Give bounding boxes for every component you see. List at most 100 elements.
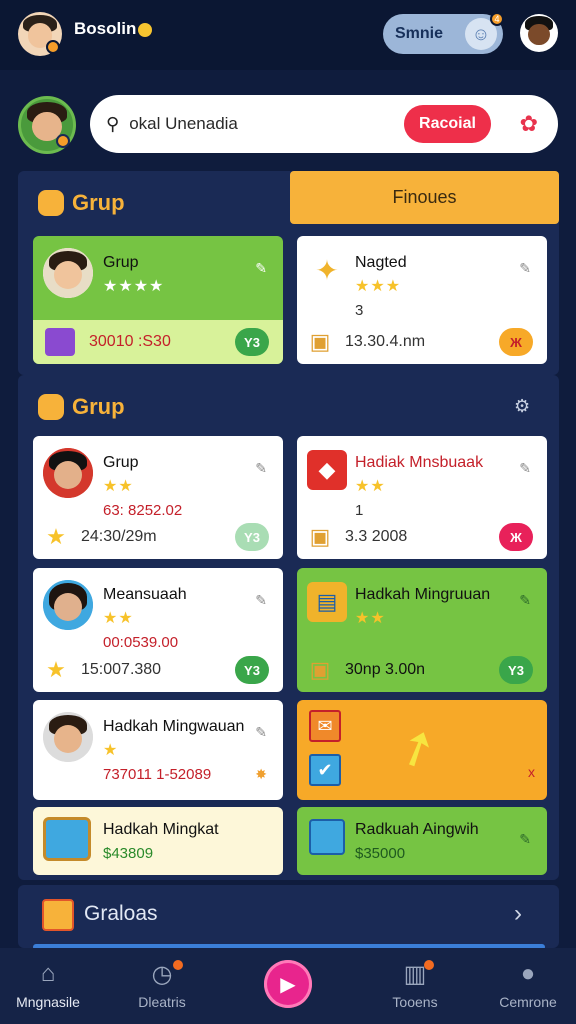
treasure-chest-icon [43,817,91,861]
card-footer: ▣ 3.3 2008 Ж [297,515,547,559]
checkbox-icon: ✔ [309,754,341,786]
tab-finques-label: Finoues [392,187,457,207]
nav-home[interactable]: ⌂ Mngnasile [0,960,96,1010]
card-stars: ★ [103,742,119,759]
member-card[interactable]: Hadkah Mingwauan ★ 737011 1-52089 ✎ ✸ [33,700,283,800]
chest-icon [45,328,75,356]
group-card[interactable]: Grup ★★ 63: 8252.02 ✎ ★ 24:30/29m Y3 [33,436,283,559]
card-avatar-img [43,448,93,498]
top-bar: Bosolin Smnie ☺ 4 [0,0,576,70]
person-icon: ● [520,960,536,987]
card-value: 30np 3.00n [345,661,426,678]
pin-icon[interactable]: ✎ [255,260,267,277]
claim-button[interactable]: Y3 [235,656,269,684]
section-one-title-label: Grup [72,190,125,215]
pin-icon[interactable]: ✎ [255,592,267,609]
card-meta: 3 [355,302,364,319]
nav-tokens-label: Tooens [392,994,438,1010]
close-icon[interactable]: x [528,764,535,780]
star-icon: ★ [46,524,66,549]
claim-button[interactable]: Y3 [235,328,269,356]
card-avatar-face [54,460,82,489]
card-stars: ★★ [103,478,134,495]
card-title: Nagted [355,254,407,271]
card-value: 3.3 2008 [345,528,408,545]
settings-icon[interactable]: ⚙ [514,396,530,417]
card-footer: ▣ 30np 3.00n Y3 [297,648,547,692]
tab-finques[interactable]: Finoues [290,171,559,224]
chevron-right-icon[interactable]: › [514,900,522,928]
timer-icon: ◷ [151,961,173,988]
pin-icon[interactable]: ✎ [519,831,531,848]
card-stars: ★★ [103,610,134,627]
search-button[interactable]: Racoial [404,105,491,143]
card-meta: 737011 1-52089 [103,766,212,783]
box-icon: ▣ [309,329,331,354]
ribbon-icon: ✸ [255,766,267,782]
home-icon: ⌂ [40,960,56,987]
member-card[interactable]: Meansuaah ★★ 00:0539.00 ✎ ★ 15:007.380 Y… [33,568,283,692]
card-avatar-img [43,580,93,630]
card-value: 24:30/29m [81,528,157,545]
coin-icon [138,22,153,37]
stats-notification-dot [173,960,183,970]
card-avatar [43,580,93,630]
card-avatar-face [54,260,82,289]
chest-card[interactable]: Hadkah Mingkat $43809 [33,807,283,875]
folder-icon: ▥ [403,961,427,988]
card-footer: 30010 :S30 Y3 [33,320,283,364]
quest-card[interactable]: ✉ ✔ ➚ x [297,700,547,800]
card-stars: ★★★ [355,278,402,295]
card-title: Grup [103,454,139,471]
chest-card[interactable]: Radkuah Aingwih $35000 ✎ [297,807,547,875]
section-three-icon [42,899,74,931]
box-icon: ▣ [309,524,331,549]
reward-card[interactable]: ▤ Hadkah Mingruuan ★★ ✎ ▣ 30np 3.00n Y3 [297,568,547,692]
card-meta: $35000 [355,845,406,862]
gift-card[interactable]: ◆ Hadiak Mnsbuaak ★★ 1 ✎ ▣ 3.3 2008 Ж [297,436,547,559]
pin-icon[interactable]: ✎ [255,724,267,741]
card-title: Hadiak Mnsbuaak [355,454,484,471]
pin-icon[interactable]: ✎ [519,592,531,609]
search-bar[interactable]: ⚲ okal Unenadia Racoial ✿ [90,95,558,153]
card-stars: ★★ [355,610,386,627]
gift-box-icon [309,819,345,855]
section-two-title-label: Grup [72,394,125,419]
profile-pill[interactable]: Smnie ☺ [383,14,503,54]
pin-icon[interactable]: ✎ [519,260,531,277]
card-title: Hadkah Mingkat [103,821,219,838]
card-footer: ★ 15:007.380 Y3 [33,648,283,692]
search-input[interactable]: okal Unenadia [129,114,238,134]
group-icon [38,394,64,420]
pill-notification-badge: 4 [490,12,504,26]
pin-icon[interactable]: ✎ [255,460,267,477]
card-avatar-face [54,724,82,753]
friend-avatar-face [528,23,550,45]
card-value: 13.30.4.nm [345,333,426,350]
scroll-icon: ▤ [307,582,347,622]
card-stars: ★★★★ [103,278,165,295]
group-card[interactable]: Grup ★★★★ ✎ 30010 :S30 Y3 [33,236,283,364]
friend-avatar[interactable] [520,14,558,52]
play-button[interactable]: ▶ [264,960,312,1008]
pin-icon[interactable]: ✎ [519,460,531,477]
section-one-title: Grup [38,190,125,216]
claim-button[interactable]: Ж [499,328,533,356]
card-title: Grup [103,254,139,271]
claim-button[interactable]: Ж [499,523,533,551]
nav-profile[interactable]: ● Cemrone [480,960,576,1010]
section-two-title: Grup [38,394,125,420]
card-title: Hadkah Mingruuan [355,586,491,603]
nagted-card[interactable]: ✦ Nagted ★★★ 3 ✎ ▣ 13.30.4.nm Ж [297,236,547,364]
card-value: 30010 :S30 [89,333,171,350]
card-title: Radkuah Aingwih [355,821,479,838]
search-icon: ⚲ [106,113,120,134]
nav-stats-label: Dleatris [138,994,186,1010]
claim-button[interactable]: Y3 [499,656,533,684]
claim-button[interactable]: Y3 [235,523,269,551]
profile-level-badge [56,134,70,148]
play-icon: ▶ [280,973,296,996]
nav-stats[interactable]: ◷ Dleatris [114,960,210,1010]
nav-tokens[interactable]: ▥ Tooens [367,960,463,1010]
profile-add-icon[interactable]: ✿ [520,111,538,137]
